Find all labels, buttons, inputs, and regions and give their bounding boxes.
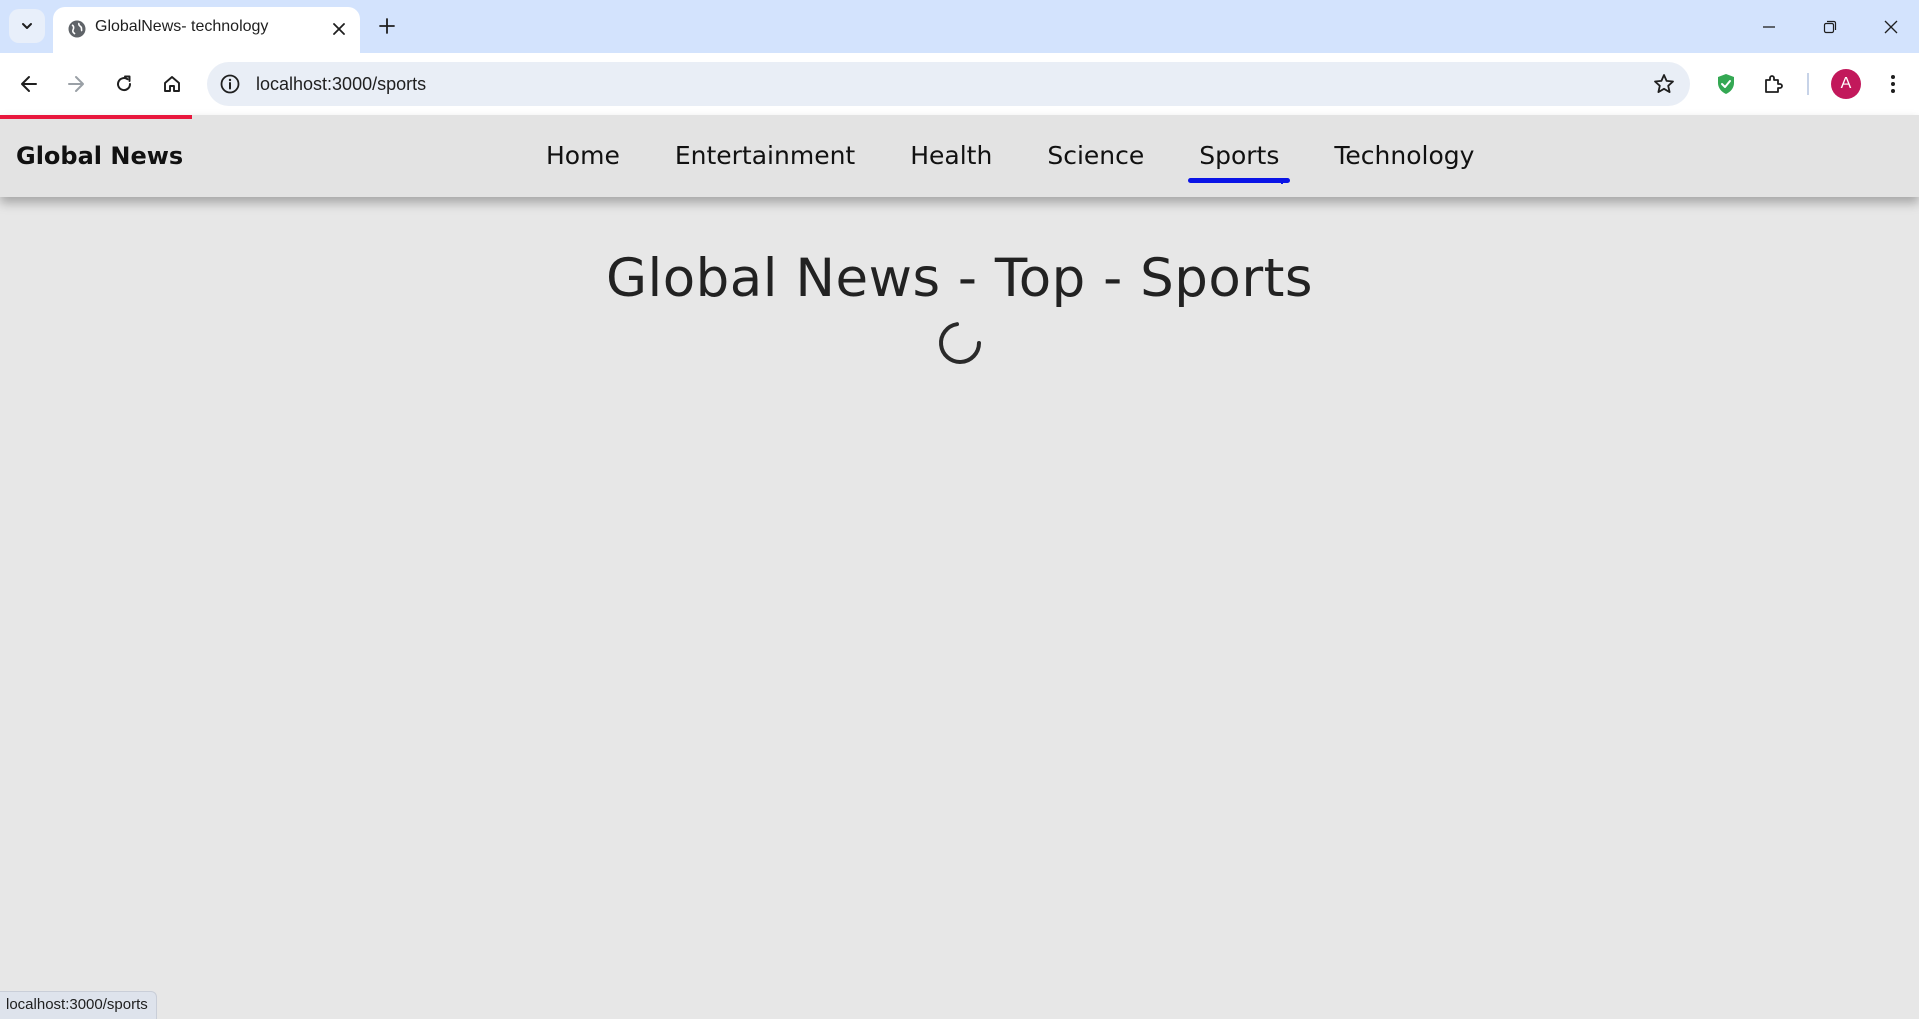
plus-icon	[379, 18, 395, 34]
nav-link-sports[interactable]: Sports	[1188, 141, 1291, 183]
home-icon	[164, 76, 180, 92]
status-url-bubble: localhost:3000/sports	[0, 991, 157, 1019]
profile-avatar[interactable]: A	[1831, 69, 1861, 99]
loading-spinner-icon	[939, 322, 981, 364]
tab-close-button[interactable]	[328, 18, 350, 40]
reload-icon	[117, 75, 132, 92]
star-icon[interactable]	[1652, 72, 1676, 96]
address-bar[interactable]: localhost:3000/sports	[207, 62, 1690, 106]
close-icon	[1884, 20, 1898, 33]
new-tab-button[interactable]	[372, 11, 402, 41]
globe-icon	[68, 20, 86, 38]
minimize-button[interactable]	[1740, 0, 1798, 53]
page-title: Global News - Top - Sports	[605, 248, 1314, 309]
nav-link-health[interactable]: Health	[910, 141, 992, 170]
extensions-button[interactable]	[1754, 64, 1794, 104]
site-brand[interactable]: Global News	[16, 142, 183, 170]
close-icon	[333, 23, 345, 35]
back-button[interactable]	[9, 64, 49, 104]
puzzle-icon	[1765, 75, 1783, 93]
minimize-icon	[1763, 25, 1775, 28]
tab-search-button[interactable]	[9, 9, 45, 43]
browser-tab[interactable]: GlobalNews- technology	[53, 7, 360, 53]
nav-link-technology[interactable]: Technology	[1334, 141, 1474, 170]
kebab-menu-icon	[1891, 75, 1895, 93]
home-button[interactable]	[152, 64, 192, 104]
browser-menu-button[interactable]	[1873, 64, 1913, 104]
chevron-down-icon	[22, 23, 32, 29]
arrow-left-icon	[21, 76, 37, 92]
nav-link-home[interactable]: Home	[546, 141, 620, 170]
nav-indicator-tick	[1281, 179, 1283, 184]
shield-check-icon	[1718, 74, 1734, 94]
top-loading-bar	[0, 115, 192, 119]
arrow-right-icon	[68, 76, 84, 92]
toolbar-divider	[1807, 73, 1809, 95]
info-icon[interactable]	[219, 73, 241, 95]
restore-icon	[1823, 20, 1837, 33]
extension-shield-button[interactable]	[1706, 64, 1746, 104]
forward-button[interactable]	[56, 64, 96, 104]
nav-link-entertainment[interactable]: Entertainment	[675, 141, 855, 170]
site-navbar: Global News Home Entertainment Health Sc…	[0, 115, 1919, 197]
reload-button[interactable]	[104, 64, 144, 104]
browser-tab-strip: GlobalNews- technology	[0, 0, 1919, 53]
restore-button[interactable]	[1801, 0, 1859, 53]
nav-link-science[interactable]: Science	[1047, 141, 1144, 170]
url-text[interactable]: localhost:3000/sports	[256, 74, 426, 95]
tab-title: GlobalNews- technology	[95, 18, 269, 35]
close-window-button[interactable]	[1862, 0, 1919, 53]
browser-toolbar: localhost:3000/sports A	[0, 53, 1919, 115]
web-page: Global News Home Entertainment Health Sc…	[0, 115, 1919, 1019]
nav-links: Home Entertainment Health Science Sports…	[546, 141, 1474, 183]
